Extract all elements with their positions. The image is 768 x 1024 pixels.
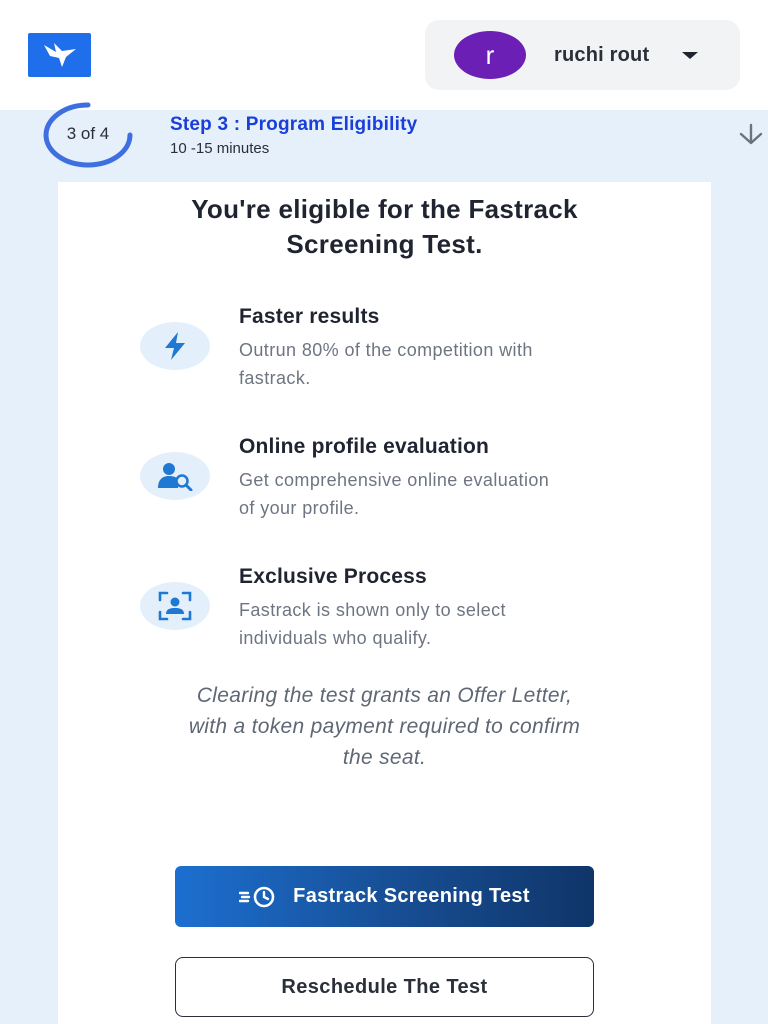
feature-title: Exclusive Process — [239, 565, 427, 588]
feature-title: Faster results — [239, 305, 380, 328]
feature-description-line: Outrun 80% of the competition with — [239, 340, 533, 360]
user-name: ruchi rout — [554, 44, 650, 66]
card-title-line: Screening Test. — [286, 229, 483, 259]
feature-description-line: of your profile. — [239, 498, 360, 518]
feature-description-line: fastrack. — [239, 368, 311, 388]
feature-title: Online profile evaluation — [239, 435, 490, 458]
fast-clock-icon — [239, 885, 279, 909]
reschedule-test-label: Reschedule The Test — [281, 975, 488, 998]
eligibility-card: You're eligible for the Fastrack Screeni… — [58, 182, 711, 1024]
card-title-line: You're eligible for the Fastrack — [191, 194, 578, 224]
step-duration: 10 -15 minutes — [170, 140, 270, 157]
card-title: You're eligible for the Fastrack Screeni… — [58, 192, 711, 262]
avatar: r — [454, 31, 526, 79]
step-count: 3 of 4 — [66, 124, 110, 143]
lightning-icon — [140, 322, 210, 370]
feature-description: Fastrack is shown only to select individ… — [239, 596, 689, 652]
caret-down-icon — [682, 52, 698, 59]
top-header: r ruchi rout — [0, 0, 768, 110]
user-menu[interactable]: r ruchi rout — [425, 20, 740, 90]
bird-logo-icon[interactable] — [28, 33, 91, 77]
offer-note-line: with a token payment required to confirm — [188, 715, 581, 738]
feature-description-line: Fastrack is shown only to select — [239, 600, 506, 620]
feature-description: Get comprehensive online evaluation of y… — [239, 466, 689, 522]
offer-note-line: Clearing the test grants an Offer Letter… — [196, 684, 573, 707]
feature-description: Outrun 80% of the competition with fastr… — [239, 336, 689, 392]
feature-description-line: individuals who qualify. — [239, 628, 432, 648]
offer-note: Clearing the test grants an Offer Letter… — [98, 680, 671, 773]
user-search-icon — [140, 452, 210, 500]
step-title[interactable]: Step 3 : Program Eligibility — [170, 114, 417, 136]
fastrack-screening-test-button[interactable]: Fastrack Screening Test — [175, 866, 594, 927]
fastrack-screening-test-label: Fastrack Screening Test — [293, 885, 530, 907]
arrow-down-icon[interactable] — [736, 122, 766, 148]
face-scan-icon — [140, 582, 210, 630]
feature-description-line: Get comprehensive online evaluation — [239, 470, 550, 490]
offer-note-line: the seat. — [342, 746, 427, 769]
reschedule-test-button[interactable]: Reschedule The Test — [175, 957, 594, 1017]
